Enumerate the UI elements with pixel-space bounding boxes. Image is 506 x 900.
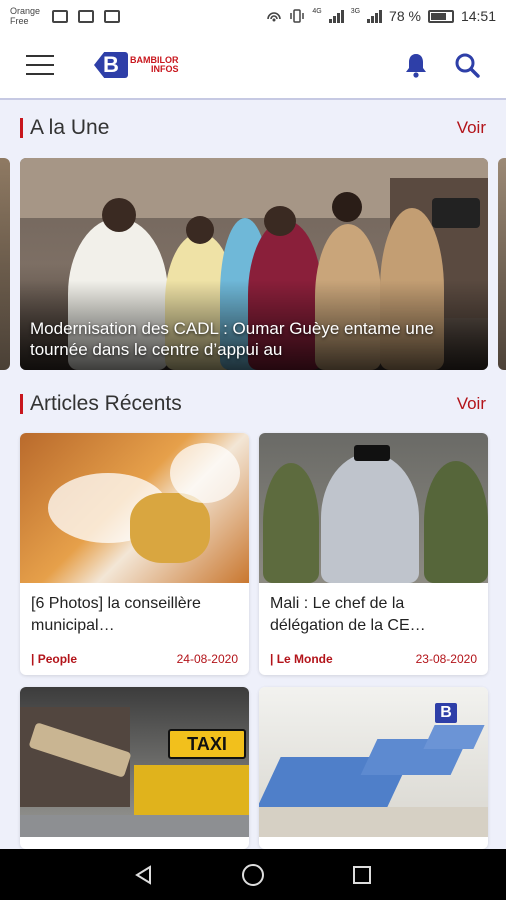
carousel-next-card[interactable] [498, 158, 506, 370]
article-card[interactable]: [6 Photos] la conseillère municipal… | P… [20, 433, 249, 675]
logo-text-bottom: INFOS [150, 64, 179, 74]
section-header-une: A la Une Voir [20, 116, 486, 140]
see-all-une-link[interactable]: Voir [457, 118, 486, 138]
see-all-recent-link[interactable]: Voir [457, 394, 486, 414]
screenshot-icon [78, 9, 94, 23]
featured-article-card[interactable]: Modernisation des CADL : Oumar Guèye ent… [20, 158, 488, 370]
system-navigation-bar [0, 849, 506, 900]
logo-letter: B [94, 52, 128, 78]
section-title-une: A la Une [30, 116, 110, 139]
bell-icon[interactable] [404, 52, 428, 78]
article-title: Mali : Le chef de la délégation de la CE… [270, 595, 426, 634]
status-bar: Orange Free 4G 3G 78 % 14:51 [0, 0, 506, 32]
taxi-sign: TAXI [168, 729, 246, 759]
hotspot-icon [267, 12, 282, 22]
logo-wordmark: BAMBILOR INFOS [130, 56, 179, 74]
home-circle-icon[interactable] [233, 855, 273, 895]
article-card[interactable]: TAXI [20, 687, 249, 849]
section-accent-bar [20, 394, 23, 414]
watermark-logo: B [435, 703, 457, 723]
article-thumbnail: B [259, 687, 488, 837]
system-status: 4G 3G 78 % 14:51 [266, 8, 496, 24]
signal-icon-1 [328, 9, 344, 23]
notification-icons [52, 9, 120, 23]
carrier-label: Orange Free [10, 6, 46, 26]
article-thumbnail: TAXI [20, 687, 249, 837]
clock: 14:51 [460, 8, 496, 24]
article-date: 24-08-2020 [176, 652, 238, 666]
article-thumbnail [259, 433, 488, 583]
article-category[interactable]: | People [31, 652, 77, 666]
carrier-line-2: Free [10, 16, 29, 26]
carousel-prev-card[interactable] [0, 158, 10, 370]
app-logo[interactable]: B BAMBILOR INFOS [94, 52, 179, 78]
section-accent-bar [20, 118, 23, 138]
recents-square-icon[interactable] [342, 855, 382, 895]
signal-icon-2 [367, 9, 383, 23]
activity-icon [104, 9, 120, 23]
article-title: [6 Photos] la conseillère municipal… [31, 595, 201, 634]
article-category[interactable]: | Le Monde [270, 652, 333, 666]
section-title-recent: Articles Récents [30, 392, 182, 415]
back-triangle-icon[interactable] [124, 855, 164, 895]
battery-icon [427, 9, 454, 23]
network-type-1: 4G [312, 8, 322, 15]
app-bar: B BAMBILOR INFOS [0, 32, 506, 100]
featured-article-title: Modernisation des CADL : Oumar Guèye ent… [30, 319, 434, 359]
article-thumbnail [20, 433, 249, 583]
vibrate-icon [290, 9, 305, 23]
carrier-line-1: Orange [10, 6, 41, 16]
search-icon[interactable] [454, 52, 480, 78]
section-header-recent: Articles Récents Voir [20, 392, 486, 416]
network-type-2: 3G [350, 8, 361, 15]
article-card[interactable]: B [259, 687, 488, 849]
battery-percent: 78 % [389, 8, 421, 24]
article-date: 23-08-2020 [415, 652, 477, 666]
hamburger-icon[interactable] [26, 55, 54, 75]
gallery-icon [52, 9, 68, 23]
article-card[interactable]: Mali : Le chef de la délégation de la CE… [259, 433, 488, 675]
